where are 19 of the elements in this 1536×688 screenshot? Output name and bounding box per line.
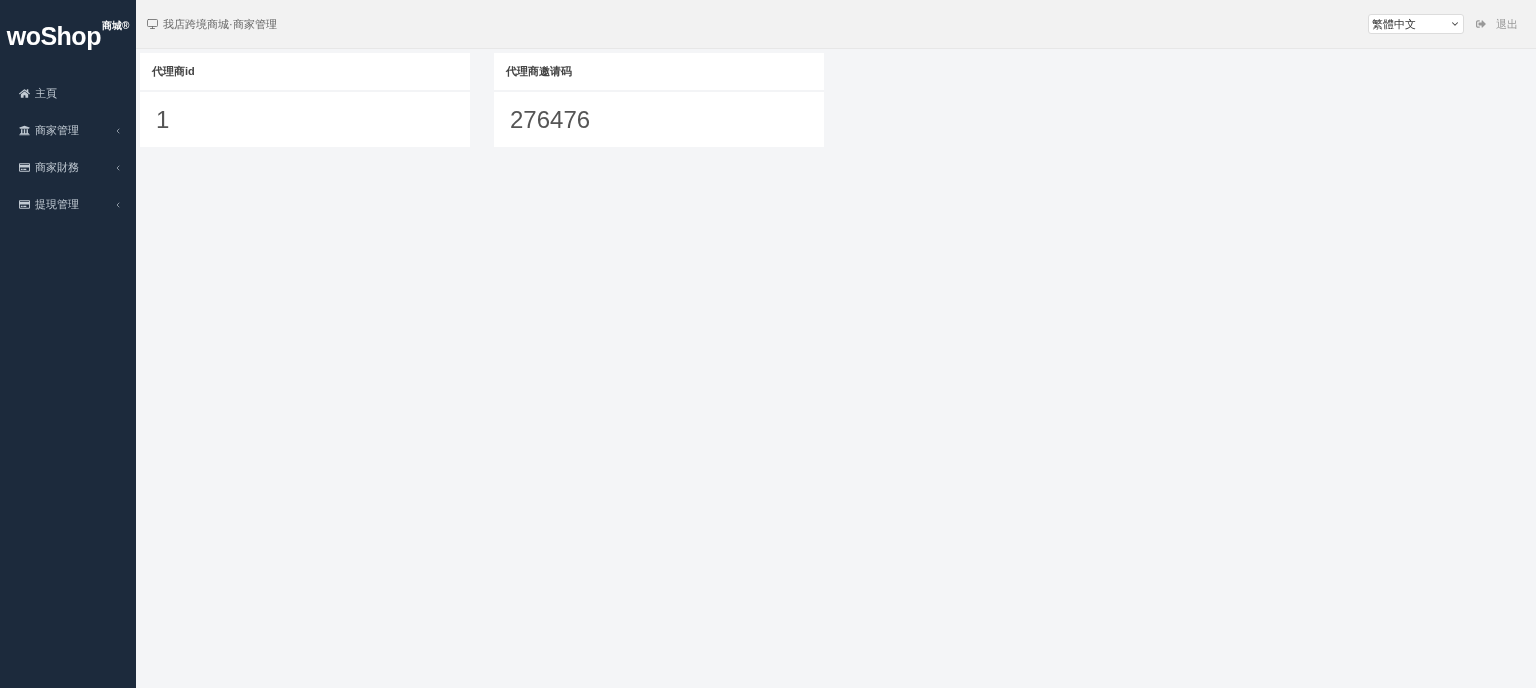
card-title: 代理商id: [152, 64, 195, 79]
home-icon: [19, 88, 30, 99]
chevron-down-icon: [1450, 19, 1460, 29]
sidebar-item[interactable]: 提現管理: [0, 186, 136, 223]
monitor-icon: [146, 18, 159, 30]
card-value: 1: [156, 105, 170, 134]
logo-wordmark: woShop: [6, 21, 101, 52]
sidebar-item[interactable]: 主頁: [0, 75, 136, 112]
sidebar-item[interactable]: 商家管理: [0, 112, 136, 149]
sidebar-item[interactable]: 商家財務: [0, 149, 136, 186]
credit-card-icon: [19, 162, 30, 173]
sign-out-icon: [1476, 19, 1486, 29]
credit-card-icon: [19, 199, 30, 210]
logo-tagline: 商城®: [101, 20, 130, 32]
card-title: 代理商邀请码: [506, 64, 572, 79]
card-value: 276476: [510, 105, 591, 134]
language-select[interactable]: 繁體中文: [1368, 14, 1464, 34]
breadcrumb: 我店跨境商城·商家管理: [163, 16, 277, 32]
bank-icon: [19, 125, 30, 136]
